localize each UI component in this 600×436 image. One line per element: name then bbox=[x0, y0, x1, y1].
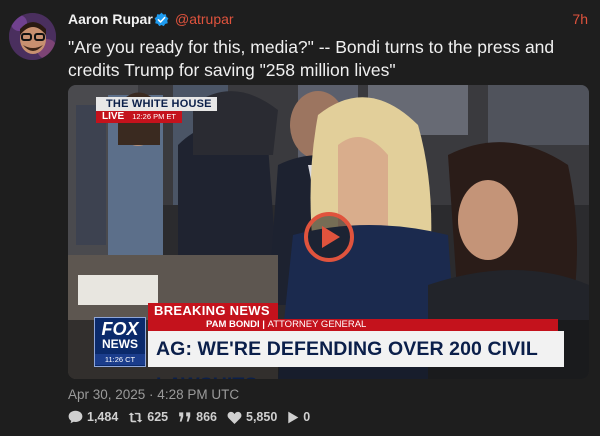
tweet-date[interactable]: Apr 30, 2025 · 4:28 PM UTC bbox=[68, 387, 239, 402]
logo-top-text: FOX bbox=[101, 319, 139, 339]
logo-time: 11:26 CT bbox=[95, 354, 145, 365]
author-avatar[interactable] bbox=[9, 13, 56, 60]
tweet-text: "Are you ready for this, media?" -- Bond… bbox=[68, 37, 555, 80]
logo-bottom-text: NEWS bbox=[102, 337, 138, 351]
reply-count: 1,484 bbox=[87, 410, 119, 424]
author-handle[interactable]: @atrupar bbox=[175, 11, 234, 27]
views-icon bbox=[288, 411, 299, 423]
like-icon bbox=[227, 411, 242, 424]
speaker-name: PAM BONDI bbox=[206, 319, 260, 330]
live-label: LIVE bbox=[96, 111, 131, 123]
retweet-icon bbox=[128, 412, 143, 422]
reply-button[interactable]: 1,484 bbox=[68, 410, 118, 424]
engagement-bar: 1,484 625 866 5,850 0 bbox=[68, 410, 320, 424]
speaker-title: ATTORNEY GENERAL bbox=[267, 319, 367, 330]
fox-news-logo: FOX NEWS 11:26 CT bbox=[94, 317, 146, 367]
breaking-news-label: BREAKING NEWS bbox=[148, 303, 278, 319]
views-button[interactable]: 0 bbox=[287, 410, 310, 424]
verified-badge-icon bbox=[154, 12, 169, 27]
like-count: 5,850 bbox=[246, 410, 278, 424]
quote-icon bbox=[179, 412, 191, 422]
the-white-house-bug: THE WHITE HOUSE LIVE 12:26 PM ET bbox=[96, 97, 217, 123]
timestamp-link[interactable]: 7h bbox=[572, 11, 588, 27]
speaker-name-bar: PAM BONDI | ATTORNEY GENERAL bbox=[148, 319, 558, 331]
retweet-button[interactable]: 625 bbox=[128, 410, 168, 424]
retweet-count: 625 bbox=[147, 410, 169, 424]
news-chyron: FOX NEWS 11:26 CT BREAKING NEWS PAM BOND… bbox=[94, 301, 564, 379]
author-name[interactable]: Aaron Rupar bbox=[68, 11, 153, 27]
quote-button[interactable]: 866 bbox=[178, 410, 217, 424]
play-icon bbox=[322, 226, 340, 248]
reply-icon bbox=[68, 410, 83, 424]
broadcast-time: 12:26 PM ET bbox=[130, 111, 183, 123]
like-button[interactable]: 5,850 bbox=[227, 410, 277, 424]
location-label: THE WHITE HOUSE bbox=[96, 97, 217, 111]
play-button[interactable] bbox=[304, 212, 354, 262]
quote-count: 866 bbox=[196, 410, 217, 424]
video-player[interactable]: THE WHITE HOUSE LIVE 12:26 PM ET FOX NEW… bbox=[68, 85, 589, 379]
views-count: 0 bbox=[303, 410, 311, 424]
chyron-headline: AG: WE'RE DEFENDING OVER 200 CIVIL LAWSU… bbox=[148, 331, 564, 379]
